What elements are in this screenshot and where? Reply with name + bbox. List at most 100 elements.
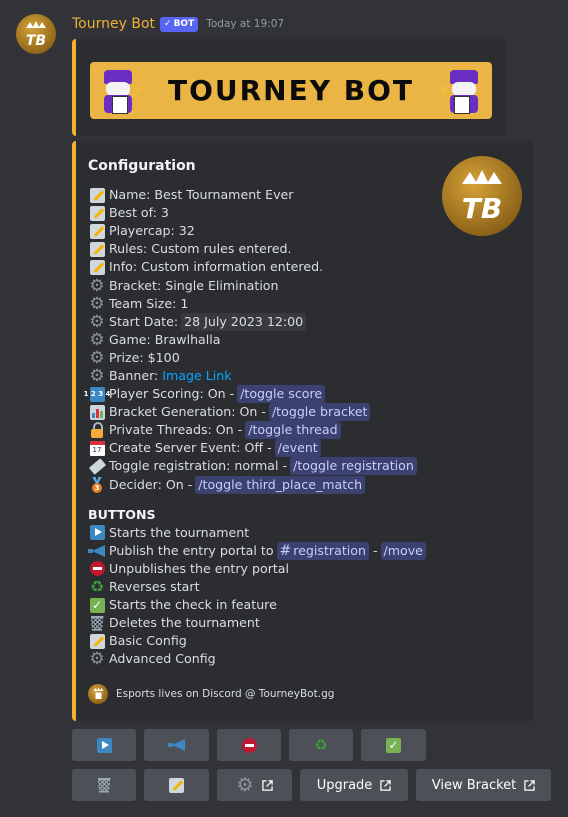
banner-image-link[interactable]: Image Link (162, 367, 231, 385)
banner-image[interactable]: ⚡ TOURNEY BOT ⚡ (90, 62, 492, 119)
start-date-timestamp[interactable]: 28 July 2023 12:00 (181, 312, 307, 331)
configuration-embed: Configuration TB Name: Best Tournament E… (72, 141, 533, 721)
config-line-rules: Rules: Custom rules entered. (88, 240, 448, 258)
gear-icon: ⚙ (89, 329, 105, 350)
button-desc-start: Starts the tournament (88, 524, 448, 542)
config-line-playercap: Playercap: 32 (88, 222, 448, 240)
publish-portal-button[interactable] (144, 729, 209, 761)
tourney-bot-logo-icon: TB (26, 21, 46, 48)
start-tournament-button[interactable] (72, 729, 136, 761)
config-line-start-date: ⚙ Start Date: 28 July 2023 12:00 (88, 311, 448, 332)
gear-icon: ⚙ (89, 275, 105, 296)
button-desc-reverse: ♻ Reverses start (89, 576, 200, 596)
wastebasket-icon (95, 777, 113, 793)
upgrade-label: Upgrade (316, 777, 373, 793)
gear-icon: ⚙ (89, 649, 105, 670)
gear-icon: ⚙ (89, 293, 105, 314)
recycle-icon: ♻ (314, 736, 328, 754)
config-line-player-scoring: 1 2 3 4 Player Scoring: On -/toggle score (84, 385, 448, 404)
timestamp: Today at 19:07 (206, 18, 285, 30)
bot-avatar[interactable]: TB (16, 14, 56, 54)
config-line-banner: ⚙ Banner: Image Link (89, 365, 232, 386)
button-desc-check-in: ✓ Starts the check in feature (88, 596, 448, 614)
play-icon (88, 525, 106, 541)
embed-thumbnail[interactable]: TB (442, 156, 522, 236)
command-move[interactable]: /move (380, 541, 426, 560)
button-desc-unpublish: Unpublishes the entry portal (88, 560, 448, 578)
footer-logo-icon (88, 684, 108, 704)
logo-text: TB (26, 33, 46, 48)
third-place-medal-icon (88, 477, 106, 493)
config-line-best-of: Best of: 3 (88, 204, 448, 222)
command-toggle-registration[interactable]: /toggle registration (290, 457, 417, 476)
command-toggle-bracket[interactable]: /toggle bracket (268, 403, 371, 422)
logo-text: TB (462, 192, 502, 224)
recycle-icon: ♻ (89, 576, 105, 596)
config-line-decider: Decider: On -/toggle third_place_match (88, 475, 448, 494)
advanced-config-link-button[interactable]: ⚙ (217, 769, 292, 801)
mascot-left-icon: ⚡ (98, 68, 145, 114)
message-header: Tourney Bot ✓ BOT Today at 19:07 (72, 14, 284, 34)
upgrade-link-button[interactable]: Upgrade (300, 769, 408, 801)
view-bracket-link-button[interactable]: View Bracket (416, 769, 551, 801)
external-link-icon (524, 779, 535, 791)
view-bracket-label: View Bracket (431, 777, 517, 793)
embed-footer: Esports lives on Discord @ TourneyBot.gg (88, 684, 334, 704)
command-toggle-thread[interactable]: /toggle thread (245, 421, 341, 440)
button-desc-basic-config: Basic Config (88, 632, 448, 650)
mascot-right-icon: ⚡ (437, 68, 484, 114)
banner-embed: ⚡ TOURNEY BOT ⚡ (72, 39, 506, 136)
embed-title: Configuration (88, 158, 196, 174)
wastebasket-icon (88, 615, 106, 631)
unpublish-portal-button[interactable] (217, 729, 281, 761)
buttons-section-title: BUTTONS (88, 506, 156, 522)
config-line-server-event: 17 Create Server Event: Off -/event (88, 439, 448, 458)
memo-icon (88, 223, 106, 239)
ticket-icon (88, 458, 106, 475)
config-line-info: Info: Custom information entered. (88, 258, 448, 276)
calendar-icon: 17 (88, 440, 106, 456)
gear-icon: ⚙ (89, 347, 105, 368)
hashtag-icon: # (279, 542, 292, 559)
command-toggle-score[interactable]: /toggle score (237, 385, 326, 404)
verified-check-icon: ✓ (164, 19, 172, 29)
bot-tag-label: BOT (173, 19, 195, 29)
config-line-name: Name: Best Tournament Ever (88, 186, 448, 204)
config-line-game: ⚙ Game: Brawlhalla (89, 329, 221, 350)
channel-mention-registration[interactable]: # registration (276, 541, 369, 560)
config-line-prize: ⚙ Prize: $100 (89, 347, 180, 368)
gear-icon: ⚙ (236, 774, 254, 796)
basic-config-button[interactable] (144, 769, 209, 801)
gear-icon: ⚙ (89, 311, 105, 332)
memo-icon (88, 259, 106, 275)
command-toggle-third-place[interactable]: /toggle third_place_match (195, 475, 366, 494)
username[interactable]: Tourney Bot (72, 16, 155, 32)
reverse-start-button[interactable]: ♻ (289, 729, 353, 761)
external-link-icon (262, 779, 273, 791)
embed-description: Name: Best Tournament Ever Best of: 3 Pl… (84, 186, 448, 670)
memo-icon (168, 777, 186, 793)
bar-chart-icon (88, 404, 106, 420)
gear-icon: ⚙ (89, 365, 105, 386)
delete-tournament-button[interactable] (72, 769, 136, 801)
megaphone-icon (88, 543, 106, 559)
button-desc-advanced-config: ⚙ Advanced Config (89, 649, 216, 670)
config-line-bracket: ⚙ Bracket: Single Elimination (89, 275, 279, 296)
tourney-bot-logo-icon: TB (462, 170, 502, 224)
play-icon (95, 737, 113, 753)
footer-text: Esports lives on Discord @ TourneyBot.gg (116, 688, 335, 700)
lock-icon (88, 422, 106, 439)
banner-title: TOURNEY BOT (167, 74, 415, 107)
input-numbers-icon: 1 2 3 4 (84, 386, 110, 402)
command-event[interactable]: /event (274, 439, 321, 458)
config-line-private-threads: Private Threads: On -/toggle thread (88, 421, 448, 440)
memo-icon (88, 633, 106, 649)
check-mark-icon: ✓ (88, 597, 106, 613)
memo-icon (88, 241, 106, 257)
check-mark-icon: ✓ (385, 737, 403, 753)
no-entry-icon (240, 737, 258, 753)
check-in-button[interactable]: ✓ (361, 729, 426, 761)
config-line-registration: Toggle registration: normal -/toggle reg… (88, 457, 448, 476)
megaphone-icon (167, 737, 186, 753)
memo-icon (88, 187, 106, 203)
